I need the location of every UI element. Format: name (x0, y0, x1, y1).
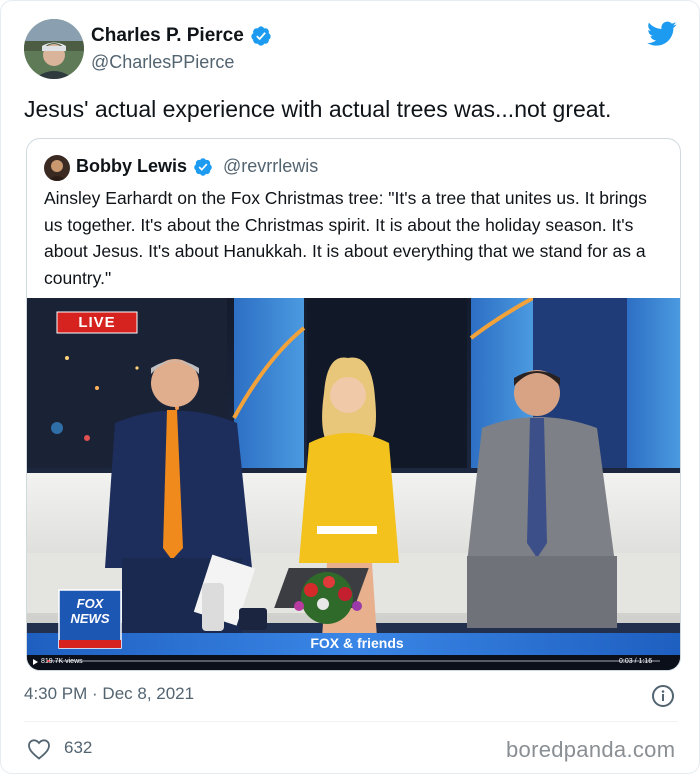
video-views: 819.7K views (41, 658, 83, 665)
video-time: 0:03 / 1:16 (619, 658, 653, 665)
quoted-tweet-text: Ainsley Earhardt on the Fox Christmas tr… (44, 188, 647, 288)
quoted-author-name: Bobby Lewis (76, 156, 188, 176)
twitter-bird-icon[interactable] (647, 21, 677, 47)
video-player[interactable]: LIVE FOX NEWS FOX & friends 819.7K views… (27, 298, 680, 670)
tweet-timestamp[interactable]: 4:30 PM · Dec 8, 2021 (24, 684, 194, 704)
tweet-card: Charles P. Pierce @CharlesPPierce Jesus'… (0, 0, 700, 774)
quoted-author-handle: @revrrlewis (223, 156, 319, 176)
verified-badge-icon (251, 26, 271, 46)
author-avatar[interactable] (24, 19, 84, 79)
quoted-tweet[interactable]: Bobby Lewis @revrrlewis Ainsley Earhardt… (26, 138, 681, 671)
play-icon[interactable] (30, 655, 42, 670)
fox-news-logo: FOX NEWS (70, 596, 110, 626)
quoted-author-avatar (44, 155, 70, 181)
author-name[interactable]: Charles P. Pierce (91, 25, 272, 47)
like-count: 632 (64, 738, 93, 757)
quoted-author: Bobby Lewis @revrrlewis (76, 156, 318, 177)
author-handle[interactable]: @CharlesPPierce (91, 52, 234, 73)
video-frame (27, 298, 680, 670)
info-icon[interactable] (651, 684, 675, 708)
divider (24, 721, 678, 722)
show-title: FOX & friends (310, 635, 404, 651)
tweet-text: Jesus' actual experience with actual tre… (24, 96, 612, 122)
heart-icon[interactable] (27, 738, 51, 760)
author-name-label: Charles P. Pierce (91, 25, 244, 46)
watermark: boredpanda.com (506, 737, 676, 762)
verified-badge-icon (194, 157, 212, 176)
live-badge: LIVE (78, 314, 116, 331)
